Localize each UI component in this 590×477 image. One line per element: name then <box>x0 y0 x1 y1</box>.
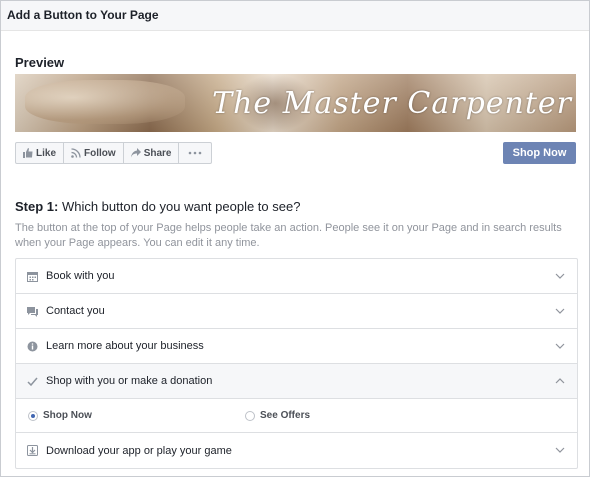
choice-label: Shop Now <box>43 410 92 421</box>
preview-heading: Preview <box>15 55 65 70</box>
shop-now-preview-button[interactable]: Shop Now <box>503 142 576 164</box>
choice-shop-now[interactable]: Shop Now <box>28 410 92 421</box>
shop-choices: Shop Now See Offers <box>16 399 577 433</box>
step-1-heading: Step 1: Which button do you want people … <box>15 199 300 214</box>
option-label: Book with you <box>46 270 115 282</box>
chevron-down-icon <box>555 308 565 314</box>
calendar-icon <box>26 270 38 282</box>
step-1-label: Step 1: <box>15 199 59 214</box>
step-1-question: Which button do you want people to see? <box>58 199 301 214</box>
cover-photo: The Master Carpenter <box>15 74 576 132</box>
follow-label: Follow <box>84 147 116 159</box>
option-learn-more[interactable]: Learn more about your business <box>16 329 577 364</box>
page-action-bar: Like Follow Share <box>15 142 213 164</box>
button-type-list: Book with you Contact you Learn more abo… <box>15 258 578 469</box>
chevron-down-icon <box>555 343 565 349</box>
option-contact-you[interactable]: Contact you <box>16 294 577 329</box>
radio-selected-icon[interactable] <box>28 410 38 421</box>
checkmark-icon <box>26 375 38 387</box>
option-label: Download your app or play your game <box>46 444 232 457</box>
cover-logo-text: The Master Carpenter <box>212 86 572 121</box>
choice-label: See Offers <box>260 410 311 421</box>
chevron-down-icon <box>555 447 565 453</box>
download-icon <box>26 445 38 457</box>
chevron-up-icon <box>555 378 565 384</box>
dialog-title: Add a Button to Your Page <box>1 1 589 31</box>
option-shop-or-donate[interactable]: Shop with you or make a donation <box>16 364 577 399</box>
share-label: Share <box>143 147 172 159</box>
like-button[interactable]: Like <box>16 143 65 163</box>
step-1-description: The button at the top of your Page helps… <box>15 222 562 249</box>
option-label: Learn more about your business <box>46 340 204 352</box>
share-arrow-icon <box>130 148 141 158</box>
share-button[interactable]: Share <box>124 143 180 163</box>
option-label: Contact you <box>46 305 105 317</box>
option-download-app[interactable]: Download your app or play your game <box>16 433 577 468</box>
rss-icon <box>71 148 81 158</box>
thumbs-up-icon <box>23 148 33 158</box>
option-label: Shop with you or make a donation <box>46 375 213 387</box>
radio-unselected-icon[interactable] <box>245 410 255 421</box>
add-button-dialog: Add a Button to Your Page Preview The Ma… <box>0 0 590 477</box>
chat-icon <box>26 305 38 317</box>
follow-button[interactable]: Follow <box>64 143 124 163</box>
like-label: Like <box>36 147 57 159</box>
more-dots-icon <box>188 148 202 158</box>
chevron-down-icon <box>555 273 565 279</box>
more-button[interactable] <box>179 143 211 163</box>
option-book-with-you[interactable]: Book with you <box>16 259 577 294</box>
info-icon <box>26 340 38 352</box>
choice-see-offers[interactable]: See Offers <box>245 410 310 421</box>
